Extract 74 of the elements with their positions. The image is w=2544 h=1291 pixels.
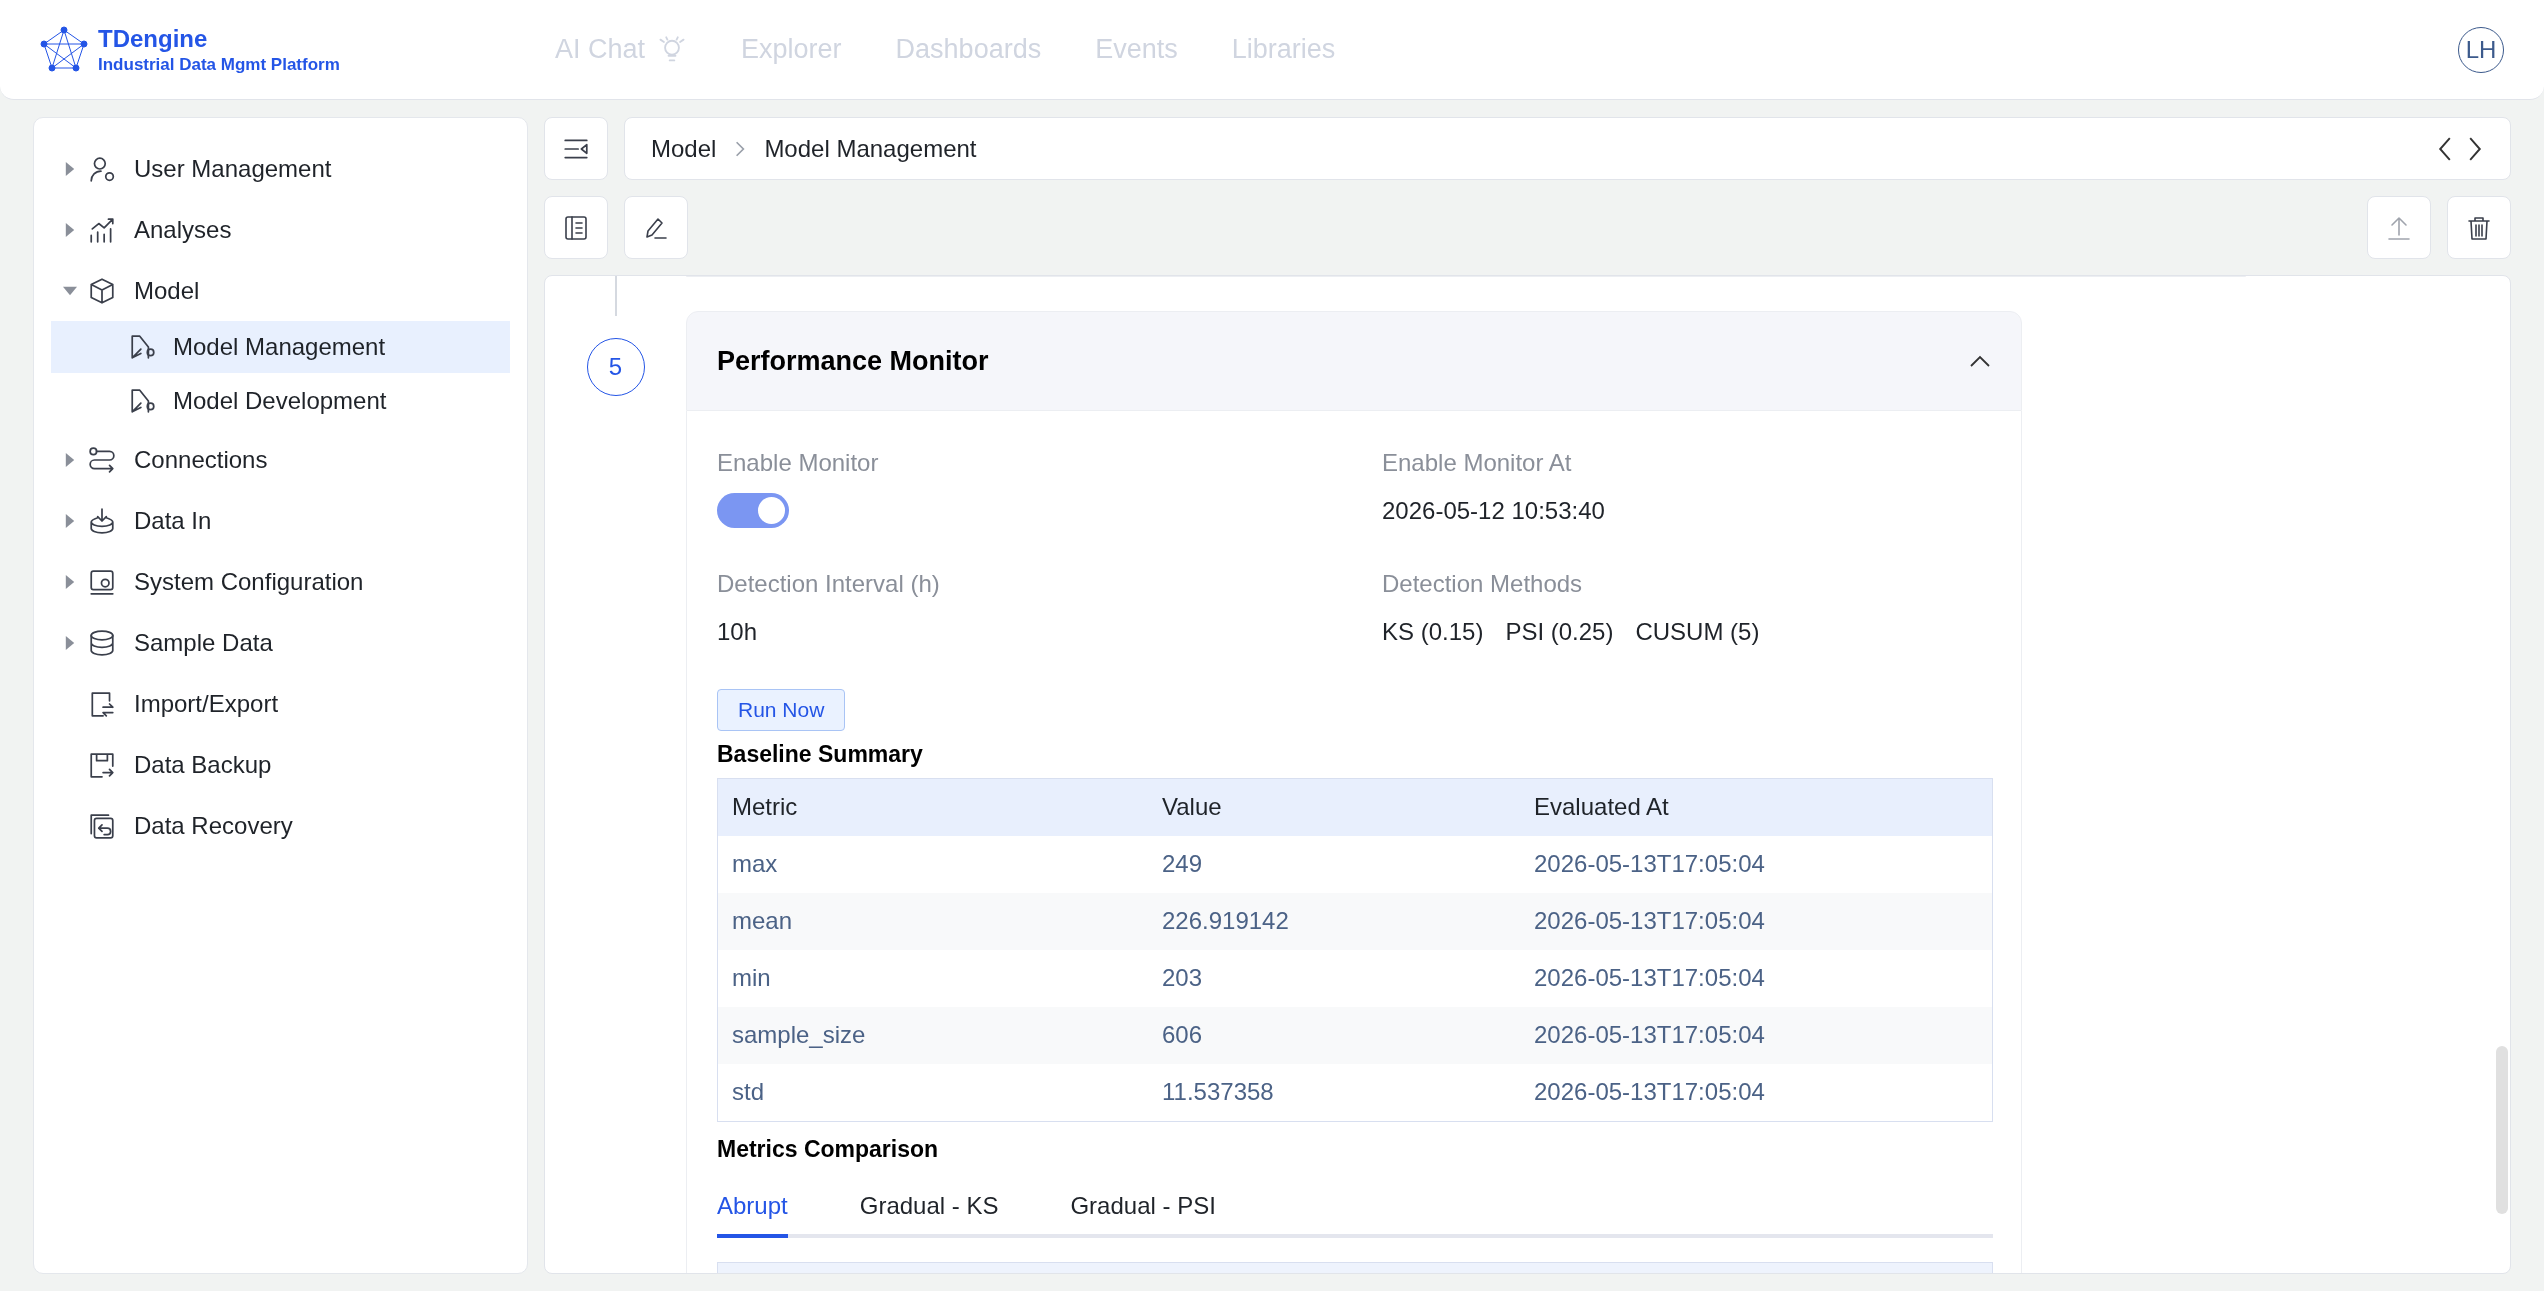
method-value: PSI (0.25) — [1505, 616, 1614, 647]
column-header: Metric — [731, 792, 799, 822]
database-download-icon — [88, 506, 116, 535]
table-cell-text: 2026-05-13T17:05:04 — [1533, 906, 1766, 936]
bar-chart-icon — [88, 215, 116, 244]
method-value: CUSUM (5) — [1635, 616, 1760, 647]
sidebar-item[interactable]: Data In — [51, 490, 510, 551]
sidebar-subitem[interactable]: Model Management — [51, 321, 510, 373]
table-cell-text: 606 — [1161, 1020, 1204, 1050]
logo-title: TDengine — [98, 23, 209, 54]
sidebar-item[interactable]: Model — [51, 260, 510, 321]
field-label: Enable Monitor At — [1382, 448, 1573, 478]
upload-icon — [2386, 214, 2412, 241]
table-cell-text: 11.537358 — [1161, 1077, 1275, 1107]
connection-icon — [88, 445, 116, 474]
chevron-up-icon[interactable] — [1969, 354, 1991, 368]
document-button[interactable] — [544, 196, 608, 259]
toggle-switch[interactable] — [717, 493, 789, 528]
tab[interactable]: Gradual - PSI — [1070, 1188, 1216, 1238]
sidebar-item[interactable]: Sample Data — [51, 612, 510, 673]
tab[interactable]: Abrupt — [717, 1188, 788, 1238]
section-header[interactable]: Performance Monitor — [686, 311, 2022, 411]
model-gear-icon — [129, 387, 157, 415]
database-icon — [88, 628, 116, 657]
sidebar-item[interactable]: Connections — [51, 429, 510, 490]
table-cell-text: 249 — [1161, 849, 1204, 879]
monitor-gear-icon — [88, 567, 116, 596]
table-cell-text: std — [731, 1077, 765, 1107]
section-subtitle: Metrics Comparison — [717, 1134, 940, 1164]
delete-button[interactable] — [2447, 196, 2511, 259]
cube-icon — [88, 276, 116, 305]
sidebar-subitem[interactable]: Model Development — [51, 375, 510, 427]
method-value: KS (0.15) — [1382, 616, 1484, 647]
tab[interactable]: Gradual - KS — [859, 1188, 999, 1238]
upload-button[interactable] — [2367, 196, 2431, 259]
document-restore-icon — [88, 811, 116, 840]
breadcrumb-link[interactable]: Model Management — [764, 130, 977, 167]
run-now-button[interactable]: Run Now — [717, 689, 846, 731]
sidebar-item[interactable]: Data Recovery — [51, 795, 510, 856]
sidebar-item[interactable]: System Configuration — [51, 551, 510, 612]
breadcrumb-link[interactable]: Model — [651, 130, 717, 167]
table-title: Baseline Summary — [717, 740, 924, 769]
trash-icon — [2466, 214, 2492, 241]
edit-button[interactable] — [624, 196, 688, 259]
field-label: Detection Interval (h) — [717, 569, 941, 599]
table-cell-text: 203 — [1161, 963, 1204, 993]
table-cell-text: min — [731, 963, 772, 993]
user-gear-icon — [88, 154, 116, 183]
table-cell-text: max — [731, 849, 779, 879]
field-value: 2026-05-12 10:53:40 — [1382, 495, 1606, 526]
sidebar-item[interactable]: Import/Export — [51, 673, 510, 734]
table-cell-text: 2026-05-13T17:05:04 — [1533, 849, 1766, 879]
table-cell-text: mean — [731, 906, 794, 936]
logo-tagline: Industrial Data Mgmt Platform — [98, 53, 340, 76]
table-cell-text: 226.919142 — [1161, 906, 1290, 936]
table-cell-text: 2026-05-13T17:05:04 — [1533, 1077, 1766, 1107]
section-title: Performance Monitor — [717, 344, 989, 378]
field-label: Detection Methods — [1382, 569, 1584, 599]
collapse-sidebar-button[interactable] — [544, 117, 608, 180]
sidebar-item[interactable]: Data Backup — [51, 734, 510, 795]
sidebar-item[interactable]: User Management — [51, 138, 510, 199]
table-cell-text: 2026-05-13T17:05:04 — [1533, 963, 1766, 993]
table-cell-text: sample_size — [731, 1020, 867, 1050]
sidebar-item[interactable]: Analyses — [51, 199, 510, 260]
column-header: Value — [1161, 792, 1223, 822]
document-icon — [563, 214, 589, 241]
document-arrows-icon — [88, 689, 116, 718]
field-value: 10h — [717, 616, 759, 647]
field-label: Enable Monitor — [717, 448, 880, 478]
logo-icon — [40, 25, 88, 74]
column-header: Evaluated At — [1533, 792, 1670, 822]
save-arrow-icon — [88, 750, 116, 779]
table-cell-text: 2026-05-13T17:05:04 — [1533, 1020, 1766, 1050]
model-gear-icon — [129, 333, 157, 361]
